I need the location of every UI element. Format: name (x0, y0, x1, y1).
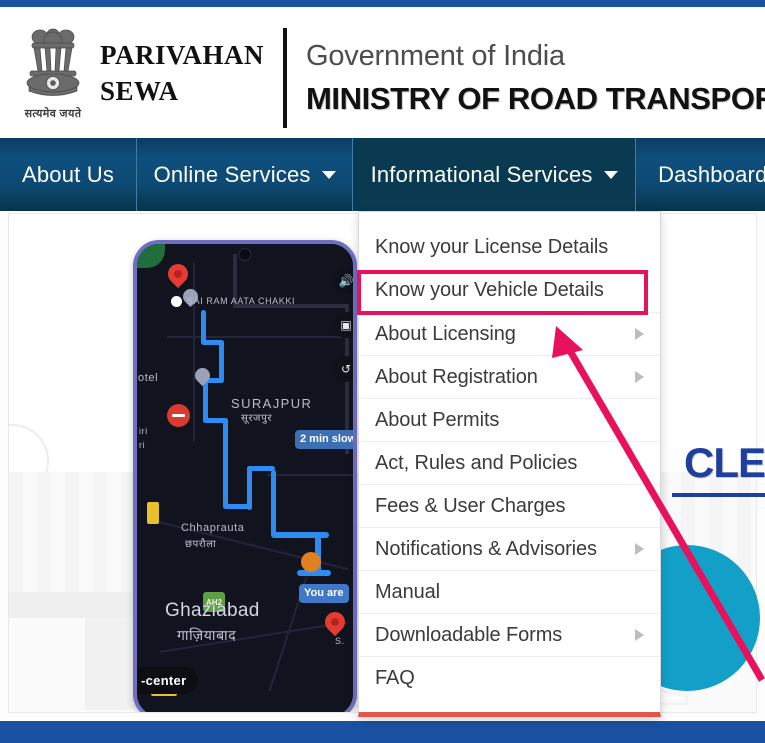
menu-item-label: Act, Rules and Policies (375, 451, 578, 474)
map-pin-destination (163, 259, 193, 289)
menu-item-downloadable-forms[interactable]: Downloadable Forms (359, 613, 660, 656)
chevron-right-icon (635, 629, 644, 641)
menu-item-manual[interactable]: Manual (359, 570, 660, 613)
ministry-line: MINISTRY OF ROAD TRANSPOR (306, 81, 765, 116)
menu-item-know-your-license-details[interactable]: Know your License Details (359, 226, 660, 269)
map-place-label: lotel (135, 372, 159, 384)
map-place-label: S. (335, 636, 345, 646)
map-route-icon[interactable]: ↺ (333, 356, 353, 382)
map-city-label: Ghaziabad (165, 600, 260, 621)
ashoka-emblem: सत्यमेव जयते (14, 25, 92, 129)
nav-item-online-services[interactable]: Online Services (137, 138, 354, 211)
nav-label: Informational Services (370, 161, 593, 187)
brand-line-1: PARIVAHAN (100, 40, 265, 70)
government-line: Government of India (306, 40, 565, 72)
no-entry-icon (167, 404, 190, 427)
map-green-area (137, 244, 165, 268)
bottom-accent-bar (0, 721, 765, 743)
menu-item-label: Know your License Details (375, 236, 609, 258)
menu-item-label: Downloadable Forms (375, 623, 563, 646)
chevron-right-icon (635, 543, 644, 555)
route-time-chip: 2 min slower (295, 430, 353, 449)
map-place-label-hindi: छपरौला (185, 539, 217, 550)
map-yellow-marker (147, 502, 159, 524)
emblem-motto-text: सत्यमेव जयते (24, 108, 82, 120)
menu-item-label: FAQ (375, 666, 415, 689)
nav-label: Dashboard (658, 161, 765, 187)
map-pin-you (320, 607, 350, 637)
informational-services-dropdown: Know your License Details Know your Vehi… (357, 211, 661, 717)
chevron-down-icon (321, 170, 336, 179)
menu-item-about-registration[interactable]: About Registration (359, 355, 660, 398)
chevron-down-icon (603, 170, 618, 179)
top-accent-bar (0, 0, 765, 7)
nav-label: About Us (22, 161, 115, 187)
page-root: सत्यमेव जयते PARIVAHAN SEWA Government o… (0, 0, 765, 743)
phone-screen: AH2 SAI RAM AATA CHAKKI lotel SURAJPUR स… (135, 244, 353, 712)
map-city-label-hindi: गाज़ियाबाद (177, 627, 237, 643)
phone-camera-notch (238, 248, 252, 261)
nav-label: Online Services (153, 161, 311, 187)
map-place-label: Chhaprauta (181, 522, 245, 534)
menu-item-act-rules-and-policies[interactable]: Act, Rules and Policies (359, 441, 660, 484)
map-current-dot (171, 296, 182, 307)
main-navigation: About Us Online Services Informational S… (0, 138, 765, 211)
menu-item-about-permits[interactable]: About Permits (359, 398, 660, 441)
banner-title-fragment: CLE (684, 439, 765, 486)
menu-item-label: About Licensing (375, 322, 516, 345)
you-are-chip: You are (299, 584, 349, 603)
brand-line-2: SEWA (100, 76, 179, 106)
map-volume-icon[interactable]: 🔊 (333, 268, 353, 294)
map-side-controls[interactable]: 🔊 ▣ ↺ (333, 268, 353, 400)
banner-title-underline (672, 493, 765, 497)
menu-item-label: Notifications & Advisories (375, 537, 597, 560)
menu-item-know-your-vehicle-details[interactable]: Know your Vehicle Details (359, 269, 660, 312)
header-divider (283, 28, 287, 128)
menu-item-notifications-and-advisories[interactable]: Notifications & Advisories (359, 527, 660, 570)
menu-item-fees-and-user-charges[interactable]: Fees & User Charges (359, 484, 660, 527)
chevron-right-icon (635, 371, 644, 383)
map-place-label-hindi: सूरजपुर (241, 413, 273, 424)
map-place-label: SURAJPUR (231, 396, 313, 411)
chevron-right-icon (635, 328, 644, 340)
menu-item-faq[interactable]: FAQ (359, 656, 660, 699)
menu-item-label: Fees & User Charges (375, 494, 566, 517)
nav-item-about-us[interactable]: About Us (0, 138, 138, 211)
map-place-label: iri (139, 426, 148, 436)
map-place-label: SAI RAM AATA CHAKKI (187, 296, 296, 306)
phone-mockup: AH2 SAI RAM AATA CHAKKI lotel SURAJPUR स… (133, 240, 357, 712)
map-layers-icon[interactable]: ▣ (333, 312, 353, 338)
menu-item-label: Know your Vehicle Details (375, 279, 604, 301)
map-place-label: ri (139, 440, 146, 450)
site-header: सत्यमेव जयते PARIVAHAN SEWA Government o… (0, 7, 765, 138)
recenter-button[interactable]: -center (137, 667, 199, 694)
menu-item-label: About Registration (375, 365, 538, 388)
nav-item-informational-services[interactable]: Informational Services (353, 138, 637, 211)
nav-item-dashboard[interactable]: Dashboard (636, 138, 765, 211)
menu-item-label: About Permits (375, 408, 500, 431)
brand-wordmark: PARIVAHAN SEWA (100, 37, 268, 109)
map-alert-badge (301, 552, 321, 572)
menu-item-about-licensing[interactable]: About Licensing (359, 312, 660, 355)
menu-item-label: Manual (375, 580, 440, 603)
